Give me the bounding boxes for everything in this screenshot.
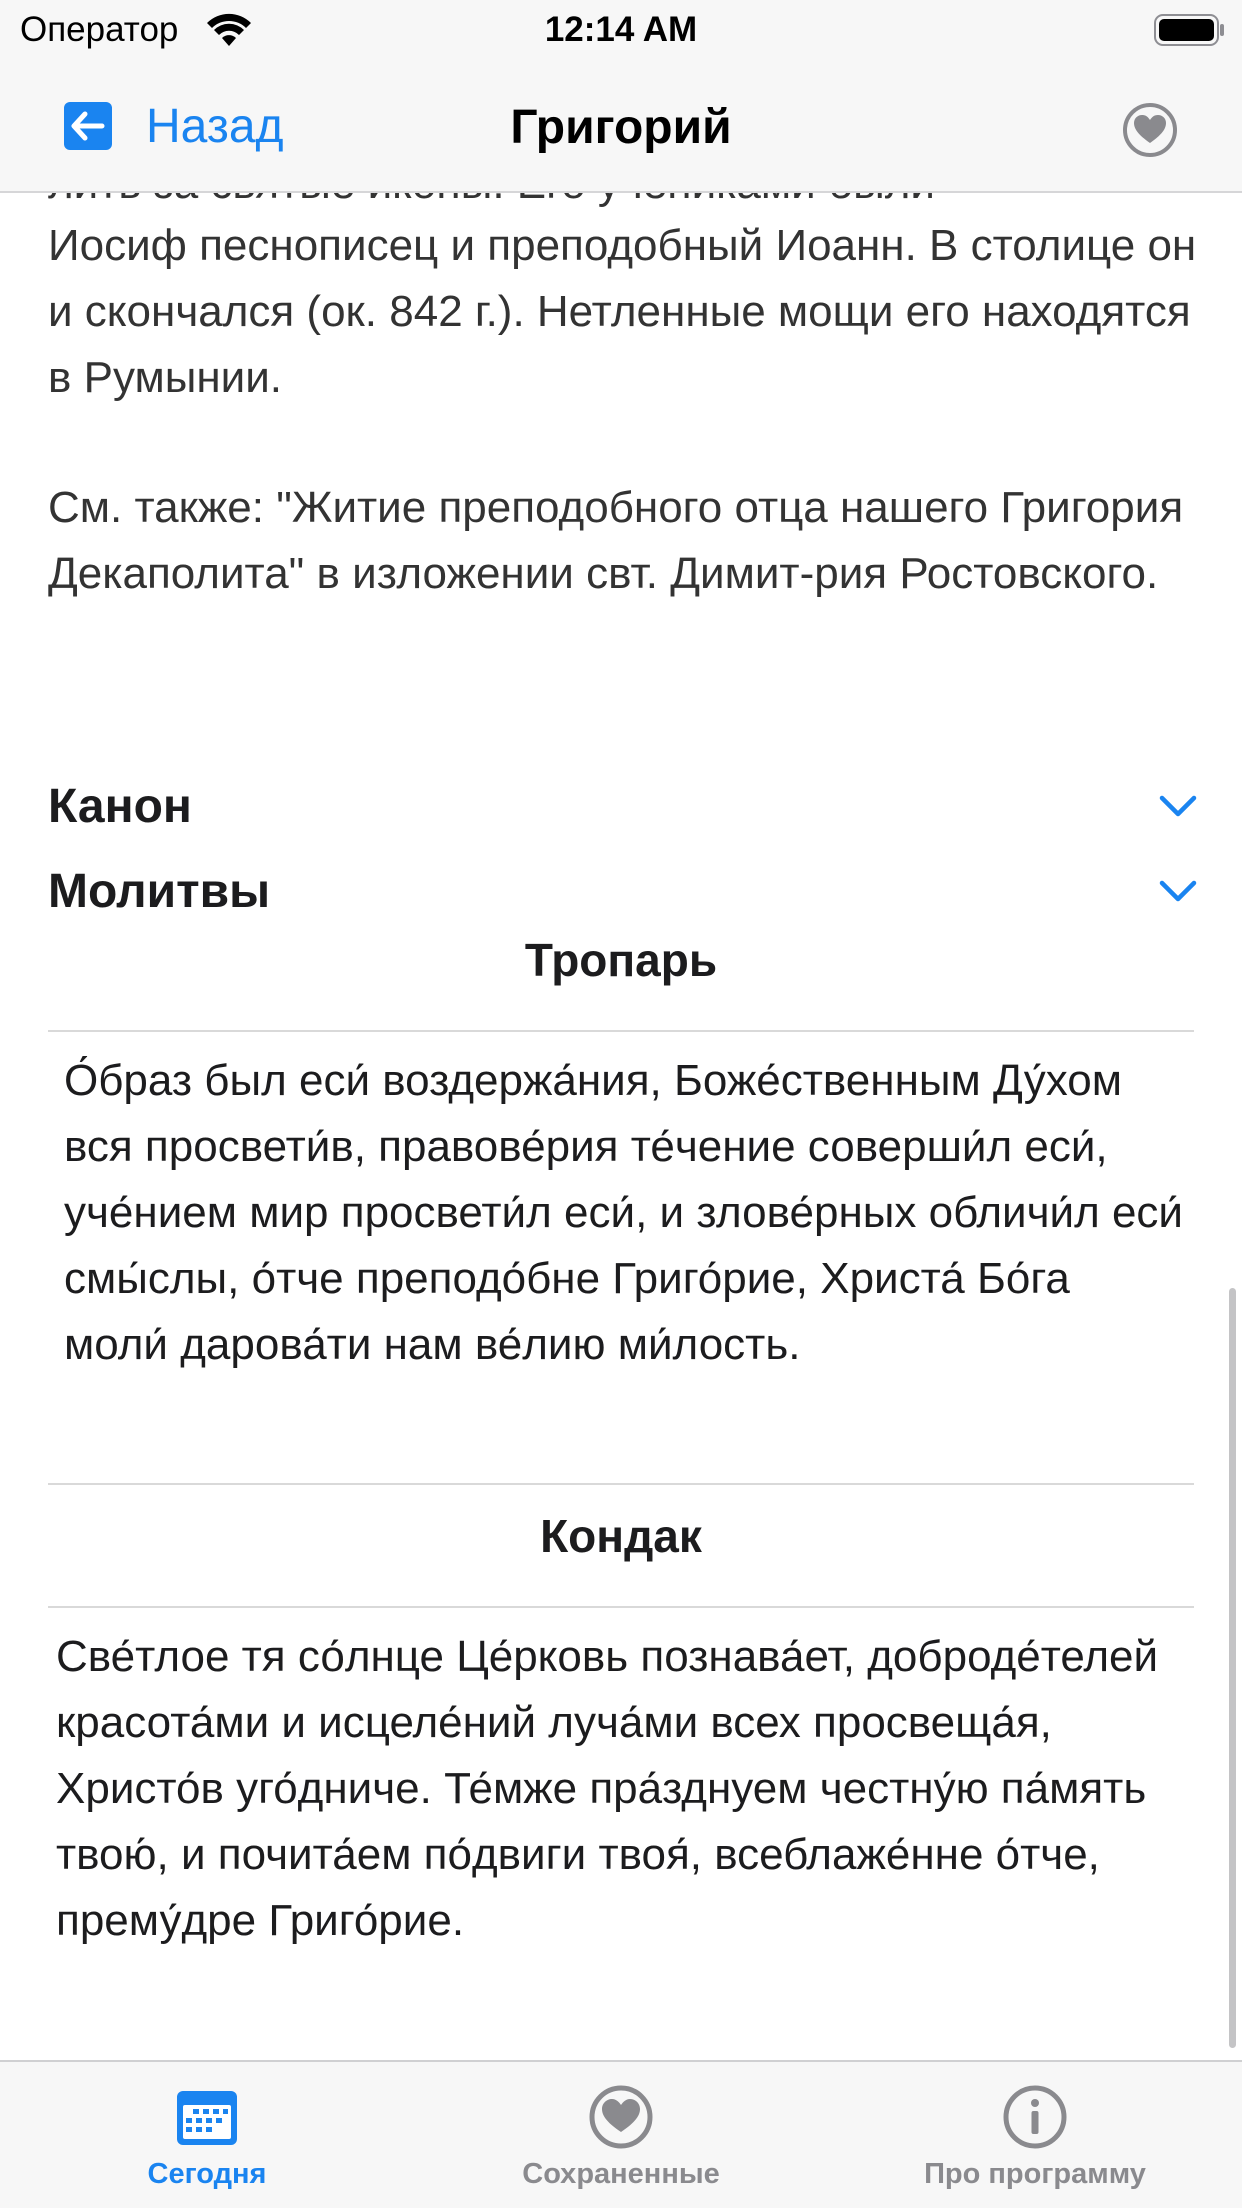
status-time: 12:14 AM <box>544 10 698 49</box>
troparion-text: О́браз был еси́ воздержа́ния, Боже́ствен… <box>64 1056 1184 1369</box>
tab-today-label: Сегодня <box>147 2158 267 2190</box>
saint-detail-content[interactable]: лить за святые иконы. Его учениками были… <box>0 193 1242 2060</box>
kontakion-title: Кондак <box>540 1510 702 1562</box>
scroll-indicator[interactable] <box>1229 1288 1236 2048</box>
page-title: Григорий <box>510 101 732 154</box>
chevron-down-icon <box>1159 880 1197 902</box>
calendar-icon <box>177 2091 237 2145</box>
kontakion-text: Све́тлое тя со́лнце Це́рковь познава́ет,… <box>56 1632 1159 1945</box>
navigation-bar: Назад Григорий <box>0 62 1242 193</box>
see-also-paragraph: См. также: "Житие преподобного отца наше… <box>48 483 1184 598</box>
section-kanon[interactable]: Канон <box>48 771 1198 841</box>
divider <box>48 1606 1194 1608</box>
tab-about[interactable]: Про программу <box>828 2062 1242 2208</box>
info-circle-icon <box>1003 2085 1067 2149</box>
tab-today[interactable]: Сегодня <box>0 2062 414 2208</box>
heart-circle-icon[interactable] <box>1122 102 1178 158</box>
tab-saved[interactable]: Сохраненные <box>414 2062 828 2208</box>
chevron-down-icon <box>1159 795 1197 817</box>
divider <box>48 1030 1194 1032</box>
divider <box>48 1483 1194 1485</box>
tab-bar: Сегодня Сохраненные Про программу <box>0 2060 1242 2208</box>
status-bar: Оператор 12:14 AM <box>0 0 1242 62</box>
troparion-title: Тропарь <box>524 934 718 986</box>
tab-about-label: Про программу <box>924 2158 1146 2190</box>
section-molitvy[interactable]: Молитвы <box>48 856 1198 926</box>
life-text-paragraph: Иосиф песнописец и преподобный Иоанн. В … <box>48 221 1197 402</box>
section-molitvy-label: Молитвы <box>48 864 271 918</box>
battery-icon <box>1154 14 1224 46</box>
tab-saved-label: Сохраненные <box>522 2158 720 2190</box>
section-kanon-label: Канон <box>48 779 192 833</box>
heart-circle-icon <box>589 2085 653 2149</box>
